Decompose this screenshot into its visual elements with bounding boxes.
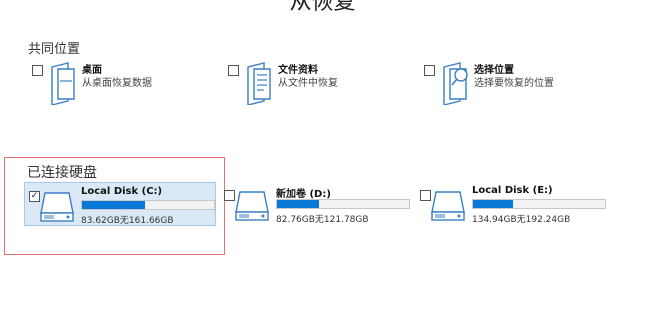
disk-c-space: 83.62GB无161.66GB bbox=[81, 216, 174, 226]
folder-search-icon bbox=[443, 62, 468, 105]
disk-d-space: 82.76GB无121.78GB bbox=[276, 215, 369, 225]
hard-drive-icon bbox=[431, 191, 465, 221]
disk-d-usage-fill bbox=[277, 200, 320, 208]
location-choose[interactable]: 选择位置 选择要恢复的位置 bbox=[424, 61, 614, 107]
disk-e-usage-bar bbox=[472, 199, 606, 209]
disk-d[interactable]: 新加卷 (D:) 82.76GB无121.78GB bbox=[220, 182, 412, 226]
common-locations-heading: 共同位置 bbox=[28, 42, 81, 57]
disk-e-usage-fill bbox=[473, 200, 513, 208]
location-choose-desc: 选择要恢复的位置 bbox=[474, 78, 554, 89]
page-title: 从恢复 bbox=[289, 0, 356, 15]
location-choose-checkbox[interactable] bbox=[424, 65, 435, 76]
recovery-page: 从恢复 共同位置 桌面 从桌面恢复数据 文件资料 从文件中恢复 选择位置 选择要… bbox=[0, 0, 645, 321]
disk-c[interactable]: ✓ Local Disk (C:) 83.62GB无161.66GB bbox=[24, 182, 216, 226]
disk-c-usage-bar bbox=[81, 200, 215, 210]
disk-e-name: Local Disk (E:) bbox=[472, 185, 553, 196]
disk-c-name: Local Disk (C:) bbox=[81, 186, 163, 197]
desktop-folder-icon bbox=[51, 62, 75, 105]
disk-e[interactable]: Local Disk (E:) 134.94GB无192.24GB bbox=[416, 182, 608, 226]
location-documents-desc: 从文件中恢复 bbox=[278, 78, 338, 89]
disk-d-usage-bar bbox=[276, 199, 410, 209]
location-documents[interactable]: 文件资料 从文件中恢复 bbox=[228, 61, 418, 107]
hard-drive-icon bbox=[40, 192, 74, 222]
location-documents-checkbox[interactable] bbox=[228, 65, 239, 76]
disk-d-name: 新加卷 (D:) bbox=[276, 189, 331, 200]
disk-c-usage-fill bbox=[82, 201, 146, 209]
disk-e-space: 134.94GB无192.24GB bbox=[472, 215, 571, 225]
location-desktop-desc: 从桌面恢复数据 bbox=[82, 78, 152, 89]
documents-icon bbox=[247, 62, 271, 105]
location-desktop-checkbox[interactable] bbox=[32, 65, 43, 76]
hard-drive-icon bbox=[235, 191, 269, 221]
location-desktop[interactable]: 桌面 从桌面恢复数据 bbox=[32, 61, 222, 107]
